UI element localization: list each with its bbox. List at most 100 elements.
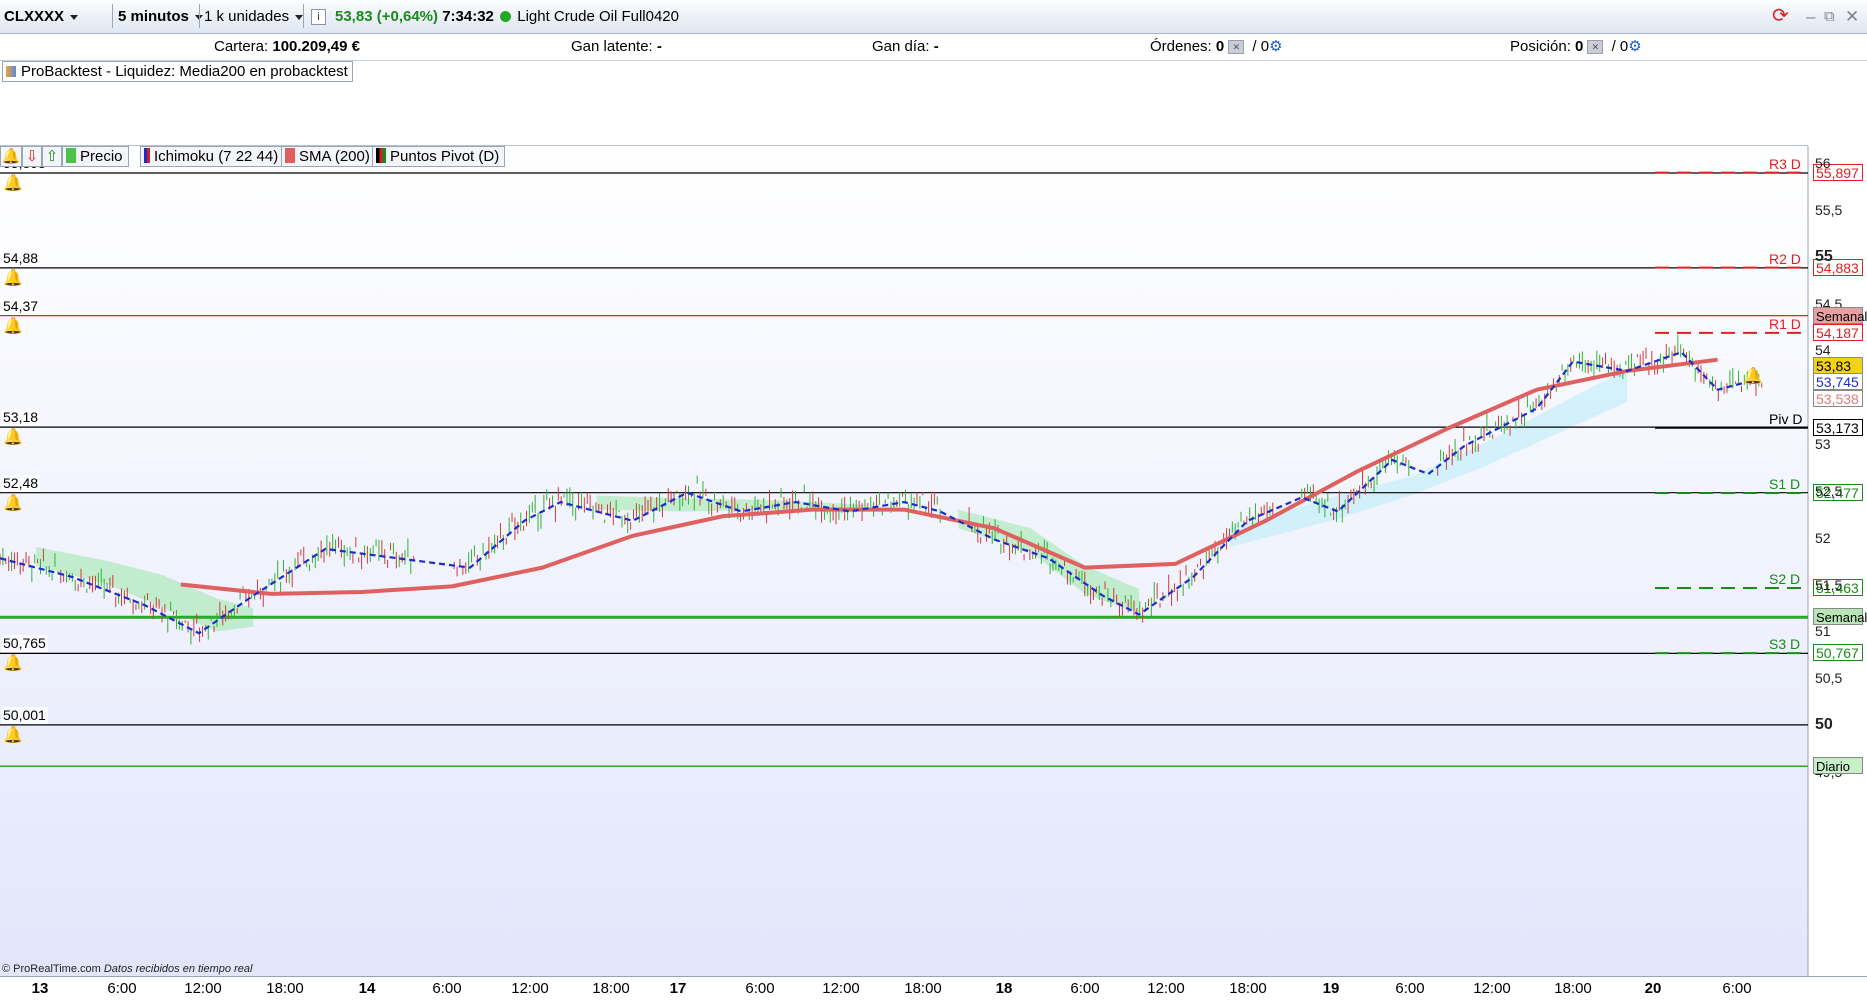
- price-axis-tick: 55: [1815, 247, 1833, 265]
- quote-display: 53,83 (+0,64%) 7:34:32 Light Crude Oil F…: [335, 0, 679, 33]
- gan-latente-label: Gan latente:: [571, 38, 653, 55]
- time-axis-label: 20: [1644, 980, 1662, 997]
- pivots-swatch: [376, 148, 386, 163]
- price-level-label[interactable]: 52,48: [1, 474, 41, 492]
- price-axis-tick: 53: [1815, 436, 1831, 452]
- symbol-selector[interactable]: CLXXXX: [4, 0, 79, 33]
- posicion-value: 0: [1575, 38, 1584, 55]
- alert-bell-icon[interactable]: 🔔: [3, 495, 23, 513]
- top-toolbar: CLXXXX 5 minutos 1 k unidades i 53,83 (+…: [0, 0, 1867, 34]
- timeframe-label: 5 minutos: [118, 8, 189, 25]
- gan-dia-info: Gan día: -: [872, 34, 939, 60]
- gear-icon[interactable]: ⚙: [1269, 38, 1282, 55]
- legend-pivots-label: Puntos Pivot (D): [390, 148, 500, 165]
- chart-canvas[interactable]: [0, 146, 1867, 976]
- legend-precio-label: Precio: [80, 148, 123, 165]
- symbol-label: CLXXXX: [4, 8, 65, 25]
- gan-dia-value: -: [933, 38, 939, 55]
- up-arrow-icon[interactable]: ⇧: [42, 146, 62, 167]
- gear-icon[interactable]: ⚙: [1628, 38, 1641, 55]
- minimize-icon[interactable]: –: [1806, 0, 1815, 33]
- time-axis-label: 12:00: [511, 980, 549, 997]
- footer: © ProRealTime.com Datos recibidos en tie…: [2, 963, 252, 975]
- alert-bell-icon[interactable]: 🔔: [3, 175, 23, 193]
- price-change: (+0,64%): [376, 8, 439, 25]
- close-icon[interactable]: ✕: [1845, 0, 1859, 33]
- time-axis-label: 18:00: [1229, 980, 1267, 997]
- sync-icon[interactable]: ⟳: [1772, 0, 1789, 33]
- time-axis-label: 6:00: [1722, 980, 1752, 997]
- alert-bell-icon[interactable]: 🔔: [3, 655, 23, 673]
- restore-icon[interactable]: ⧉: [1824, 0, 1835, 33]
- footer-note: Datos recibidos en tiempo real: [103, 963, 253, 975]
- alert-bell-icon[interactable]: 🔔: [3, 318, 23, 336]
- time-axis-label: 6:00: [1070, 980, 1100, 997]
- time-axis-label: 6:00: [107, 980, 137, 997]
- legend-sma-label: SMA (200): [299, 148, 370, 165]
- ordenes-label: Órdenes:: [1150, 38, 1212, 55]
- chevron-down-icon: [295, 14, 304, 20]
- ordenes-info: Órdenes: 0 ✕ / 0⚙: [1150, 34, 1283, 60]
- level-tag: Semanal: [1813, 608, 1867, 626]
- time-axis-label: 18:00: [266, 980, 304, 997]
- alert-bell-icon[interactable]: 🔔: [3, 270, 23, 288]
- time-axis[interactable]: 13 6:00 12:00 18:00 14 6:00 12:00 18:00 17 6:00 12…: [0, 976, 1867, 1001]
- down-arrow-icon[interactable]: ⇩: [22, 146, 42, 167]
- price-chart[interactable]: 55,893🔔54,88🔔54,37🔔53,18🔔52,48🔔50,765🔔50…: [0, 146, 1867, 976]
- cartera-label: Cartera:: [214, 38, 269, 55]
- price-axis-tick: 50: [1815, 716, 1833, 733]
- price-axis-tick: 54: [1815, 342, 1831, 359]
- alert-bell-icon[interactable]: 🔔: [3, 429, 23, 447]
- price-axis-tick: 52: [1815, 529, 1831, 546]
- price-axis-tick: 52,5: [1815, 482, 1843, 499]
- precio-swatch: [66, 148, 76, 163]
- pivot-value-tag: 54,187: [1813, 323, 1863, 341]
- info-icon[interactable]: i: [311, 0, 326, 33]
- time-axis-label: 6:00: [432, 980, 462, 997]
- last-price: 53,83: [335, 8, 373, 25]
- chevron-down-icon: [70, 14, 79, 20]
- time-axis-label: 12:00: [822, 980, 860, 997]
- alert-bell-icon[interactable]: 🔔: [0, 146, 22, 167]
- price-level-label[interactable]: 50,001: [1, 706, 48, 724]
- probacktest-text: ProBacktest - Liquidez: Media200 en prob…: [21, 63, 348, 80]
- legend-sma[interactable]: SMA (200): [281, 146, 376, 167]
- price-level-label[interactable]: 54,88: [1, 249, 41, 267]
- posicion-label: Posición:: [1510, 38, 1571, 55]
- alert-bell-icon[interactable]: 🔔: [1743, 368, 1763, 386]
- ordenes-pending: / 0: [1252, 38, 1270, 55]
- price-axis-tick: 51,5: [1815, 576, 1843, 593]
- time-axis-label: 18:00: [904, 980, 942, 997]
- time-axis-label: 12:00: [1473, 980, 1511, 997]
- time-axis-label: 18:00: [592, 980, 630, 997]
- legend-ichimoku[interactable]: Ichimoku (7 22 44): [140, 146, 285, 167]
- time-axis-label: 19: [1322, 980, 1340, 997]
- legend-precio[interactable]: Precio: [62, 146, 129, 167]
- plot-background: [0, 146, 1808, 976]
- price-level-label[interactable]: 50,765: [1, 635, 48, 653]
- level-tag: Semanal: [1813, 306, 1867, 324]
- cancel-orders-icon[interactable]: ✕: [1228, 40, 1245, 55]
- current-price-tag: 53,745: [1813, 373, 1863, 391]
- strategy-icon: [6, 66, 16, 77]
- time-axis-label: 6:00: [745, 980, 775, 997]
- posicion-info: Posición: 0 ✕ / 0⚙: [1510, 34, 1642, 60]
- probacktest-panel: ProBacktest - Liquidez: Media200 en prob…: [0, 61, 1808, 146]
- account-infobar: Cartera: 100.209,49 € Gan latente: - Gan…: [0, 34, 1867, 61]
- price-level-label[interactable]: 54,37: [1, 297, 41, 315]
- price-level-label[interactable]: 53,18: [1, 409, 41, 427]
- status-dot-icon: [500, 11, 512, 22]
- ordenes-value: 0: [1215, 38, 1225, 55]
- timeframe-selector[interactable]: 5 minutos: [118, 0, 203, 33]
- price-axis-tick: 55,5: [1815, 201, 1843, 218]
- time-axis-label: 18:00: [1554, 980, 1592, 997]
- gan-dia-label: Gan día:: [872, 38, 930, 55]
- alert-bell-icon[interactable]: 🔔: [3, 727, 23, 745]
- current-price-tag: 53,538: [1813, 390, 1863, 408]
- units-selector[interactable]: 1 k unidades: [204, 0, 304, 33]
- time-axis-label: 13: [31, 980, 49, 997]
- legend-ichimoku-label: Ichimoku (7 22 44): [154, 148, 279, 165]
- legend-pivots[interactable]: Puntos Pivot (D): [372, 146, 506, 167]
- probacktest-label[interactable]: ProBacktest - Liquidez: Media200 en prob…: [2, 61, 353, 82]
- close-position-icon[interactable]: ✕: [1587, 40, 1604, 55]
